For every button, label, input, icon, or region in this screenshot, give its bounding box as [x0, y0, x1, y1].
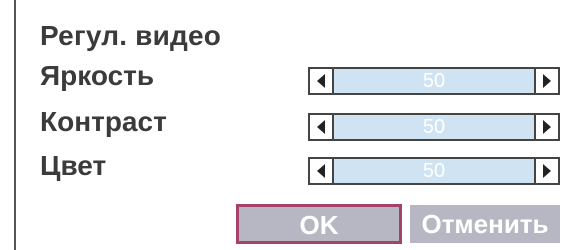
brightness-value: 50 — [422, 70, 446, 92]
dialog-title: Регул. видео — [40, 20, 222, 51]
brightness-decrease-button[interactable] — [310, 69, 334, 93]
contrast-label: Контраст — [40, 106, 167, 137]
contrast-slider[interactable]: 50 — [308, 113, 560, 141]
ok-button[interactable]: OK — [236, 204, 402, 244]
triangle-left-icon — [317, 74, 325, 88]
contrast-slider-track[interactable]: 50 — [334, 115, 534, 139]
cancel-button[interactable]: Отменить — [410, 205, 560, 243]
triangle-right-icon — [543, 164, 551, 178]
color-slider-track[interactable]: 50 — [334, 159, 534, 183]
triangle-right-icon — [543, 74, 551, 88]
color-increase-button[interactable] — [534, 159, 558, 183]
brightness-increase-button[interactable] — [534, 69, 558, 93]
window-edge-line — [14, 0, 16, 250]
color-label: Цвет — [40, 150, 107, 181]
brightness-label: Яркость — [40, 60, 155, 91]
color-value: 50 — [422, 160, 446, 182]
brightness-slider[interactable]: 50 — [308, 67, 560, 95]
color-decrease-button[interactable] — [310, 159, 334, 183]
triangle-right-icon — [543, 120, 551, 134]
brightness-slider-track[interactable]: 50 — [334, 69, 534, 93]
color-slider[interactable]: 50 — [308, 157, 560, 185]
contrast-value: 50 — [422, 116, 446, 138]
triangle-left-icon — [317, 120, 325, 134]
contrast-increase-button[interactable] — [534, 115, 558, 139]
contrast-decrease-button[interactable] — [310, 115, 334, 139]
triangle-left-icon — [317, 164, 325, 178]
